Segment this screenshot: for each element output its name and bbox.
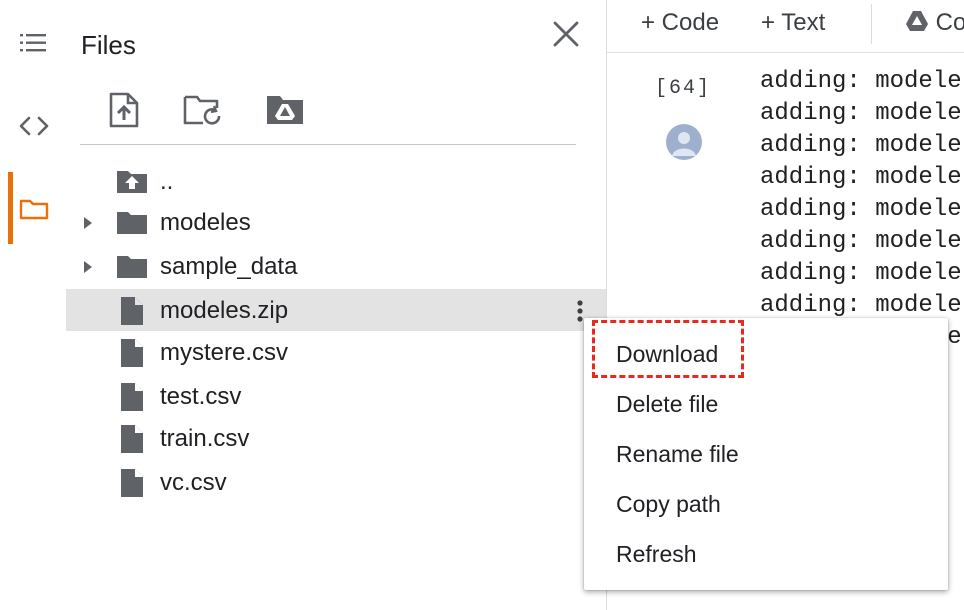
file-icon bbox=[116, 338, 148, 373]
panel-title: Files bbox=[81, 30, 136, 60]
menu-item-download[interactable]: Download bbox=[616, 341, 718, 368]
copy-to-drive-label: Co bbox=[935, 9, 964, 36]
code-snippets-icon[interactable] bbox=[16, 108, 52, 144]
sidebar-rail bbox=[0, 0, 66, 610]
file-name: modeles.zip bbox=[160, 297, 289, 324]
output-line: adding: modele bbox=[760, 196, 962, 223]
avatar bbox=[666, 124, 702, 160]
file-name: train.csv bbox=[160, 425, 250, 452]
execution-count: [64] bbox=[655, 77, 712, 100]
context-menu: Download Delete file Rename file Copy pa… bbox=[584, 318, 948, 590]
file-name: .. bbox=[160, 168, 174, 195]
copy-to-drive-button[interactable]: Co bbox=[905, 9, 964, 37]
chevron-right-icon[interactable] bbox=[80, 258, 96, 281]
output-line: adding: modele bbox=[760, 260, 962, 287]
list-item[interactable]: .. bbox=[66, 160, 606, 202]
drive-icon bbox=[906, 11, 928, 31]
files-panel: Files .. modeles sample_data modeles.zip… bbox=[66, 0, 606, 610]
active-indicator bbox=[8, 172, 13, 244]
toolbar-divider bbox=[80, 144, 576, 145]
notebook-toolbar: + Code + Text Co bbox=[607, 0, 964, 53]
file-icon bbox=[116, 424, 148, 459]
list-item[interactable]: test.csv bbox=[66, 375, 606, 417]
menu-item-copy-path[interactable]: Copy path bbox=[616, 491, 721, 518]
output-line: adding: modele bbox=[760, 292, 962, 319]
list-item[interactable]: sample_data bbox=[66, 245, 606, 287]
file-name: sample_data bbox=[160, 253, 298, 280]
file-name: mystere.csv bbox=[160, 339, 289, 366]
file-icon bbox=[116, 468, 148, 503]
folder-icon[interactable] bbox=[16, 191, 52, 227]
parent-folder-icon bbox=[116, 167, 148, 200]
output-line: adding: modele bbox=[760, 228, 962, 255]
list-item[interactable]: mystere.csv bbox=[66, 331, 606, 373]
file-name: vc.csv bbox=[160, 469, 227, 496]
chevron-right-icon[interactable] bbox=[80, 214, 96, 237]
list-item[interactable]: vc.csv bbox=[66, 461, 606, 503]
mount-drive-icon[interactable] bbox=[263, 88, 307, 132]
list-item-selected[interactable]: modeles.zip bbox=[66, 289, 606, 331]
table-of-contents-icon[interactable] bbox=[16, 25, 52, 61]
folder-icon bbox=[116, 252, 148, 285]
toolbar-separator bbox=[871, 4, 872, 44]
file-name: modeles bbox=[160, 209, 251, 236]
menu-item-rename-file[interactable]: Rename file bbox=[616, 441, 739, 468]
output-line: adding: modele bbox=[760, 68, 962, 95]
menu-item-refresh[interactable]: Refresh bbox=[616, 541, 697, 568]
folder-icon bbox=[116, 208, 148, 241]
add-code-button[interactable]: + Code bbox=[641, 9, 719, 37]
output-line: adding: modele bbox=[760, 100, 962, 127]
add-text-button[interactable]: + Text bbox=[761, 9, 825, 37]
file-name: test.csv bbox=[160, 383, 242, 410]
file-icon bbox=[116, 382, 148, 417]
output-line: adding: modele bbox=[760, 132, 962, 159]
list-item[interactable]: train.csv bbox=[66, 417, 606, 459]
output-line: adding: modele bbox=[760, 164, 962, 191]
menu-item-delete-file[interactable]: Delete file bbox=[616, 391, 718, 418]
list-item[interactable]: modeles bbox=[66, 201, 606, 243]
refresh-folder-icon[interactable] bbox=[181, 88, 225, 132]
upload-file-icon[interactable] bbox=[102, 88, 146, 132]
file-icon bbox=[116, 296, 148, 331]
close-icon[interactable] bbox=[550, 18, 582, 50]
